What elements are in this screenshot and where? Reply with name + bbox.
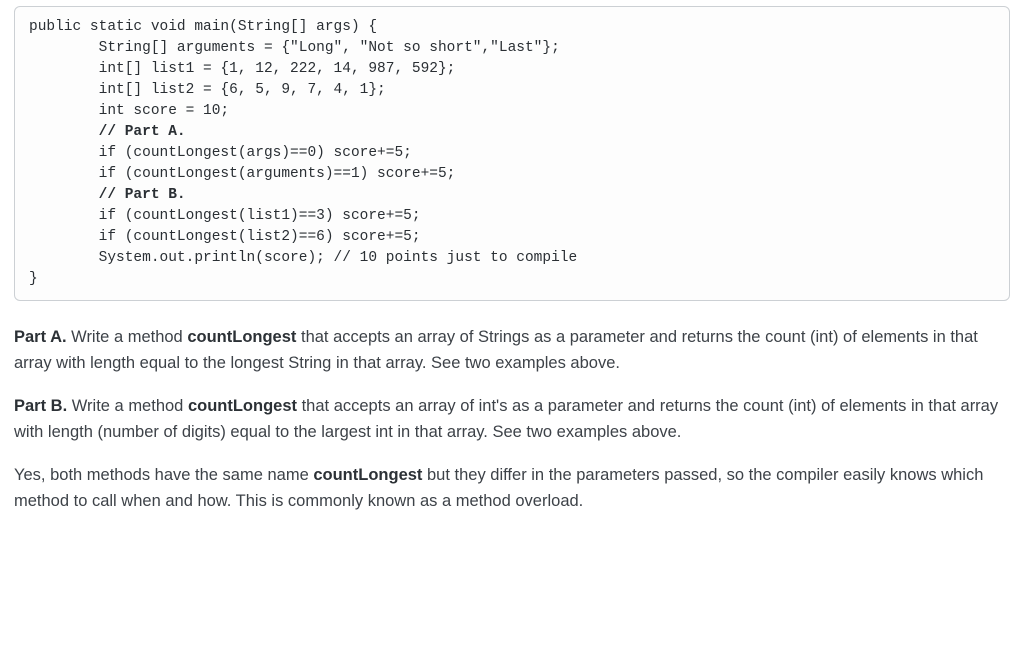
text: Write a method — [67, 397, 188, 415]
code-line: int[] list1 = {1, 12, 222, 14, 987, 592}… — [29, 61, 455, 77]
code-block: public static void main(String[] args) {… — [14, 6, 1010, 301]
method-name: countLongest — [188, 397, 297, 415]
code-line: System.out.println(score); // 10 points … — [29, 250, 577, 266]
part-a-paragraph: Part A. Write a method countLongest that… — [14, 325, 1010, 376]
part-b-label: Part B. — [14, 397, 67, 415]
part-a-label: Part A. — [14, 328, 67, 346]
code-line: if (countLongest(arguments)==1) score+=5… — [29, 166, 455, 182]
overload-paragraph: Yes, both methods have the same name cou… — [14, 463, 1010, 514]
code-line: // Part B. — [29, 187, 186, 203]
code-line: public static void main(String[] args) { — [29, 19, 377, 35]
code-line: if (countLongest(list1)==3) score+=5; — [29, 208, 421, 224]
part-b-paragraph: Part B. Write a method countLongest that… — [14, 394, 1010, 445]
code-line: // Part A. — [29, 124, 186, 140]
code-line: if (countLongest(list2)==6) score+=5; — [29, 229, 421, 245]
code-line: int score = 10; — [29, 103, 229, 119]
method-name: countLongest — [187, 328, 296, 346]
text: Write a method — [67, 328, 188, 346]
method-name: countLongest — [313, 466, 422, 484]
code-line: String[] arguments = {"Long", "Not so sh… — [29, 40, 560, 56]
code-line: if (countLongest(args)==0) score+=5; — [29, 145, 412, 161]
code-line: } — [29, 271, 38, 287]
text: Yes, both methods have the same name — [14, 466, 313, 484]
code-line: int[] list2 = {6, 5, 9, 7, 4, 1}; — [29, 82, 386, 98]
